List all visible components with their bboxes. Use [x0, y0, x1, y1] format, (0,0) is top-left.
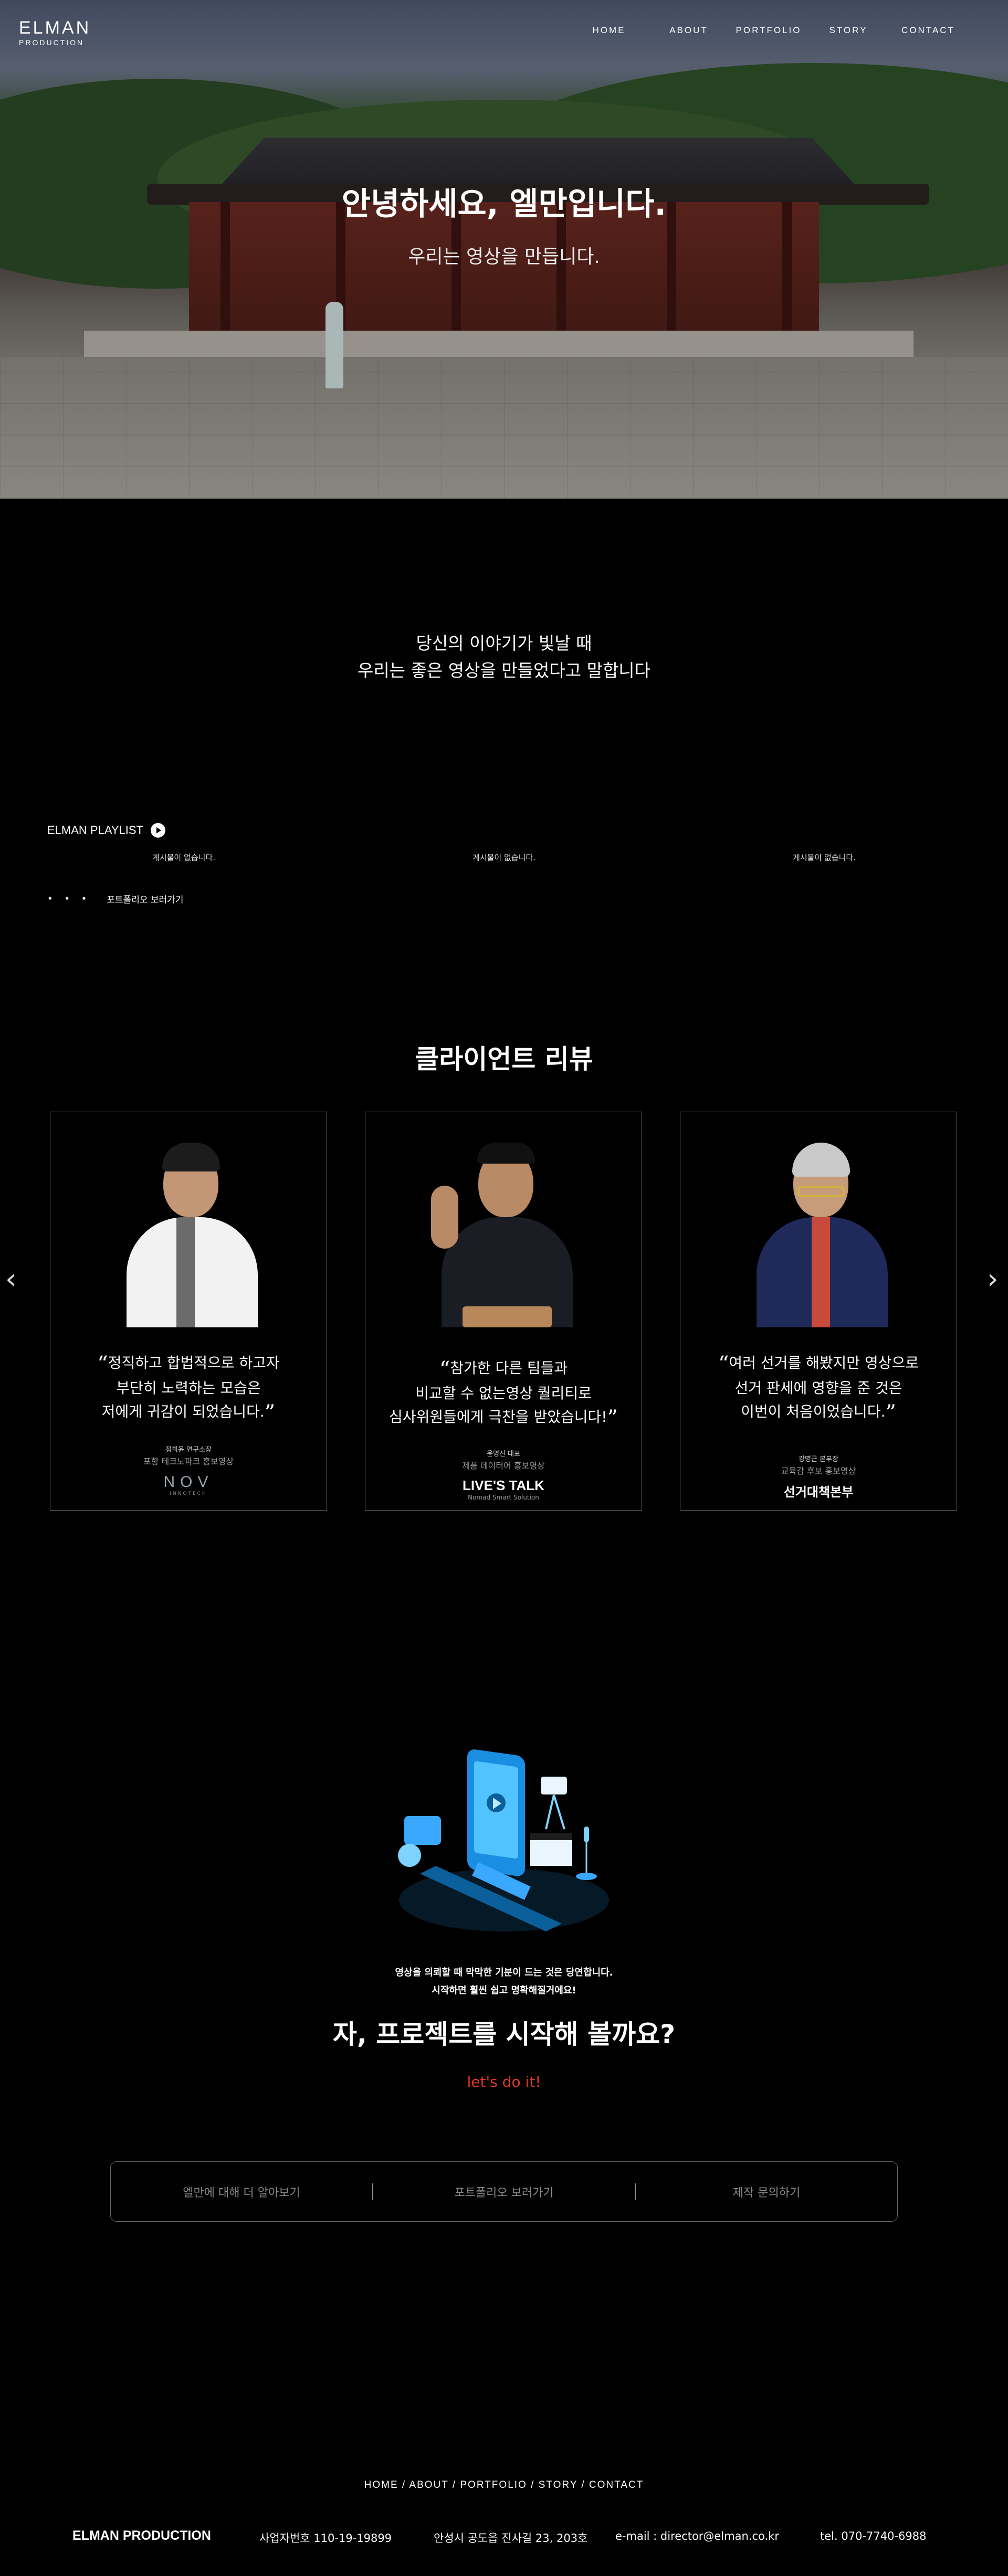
chevron-left-icon[interactable]: ‹ [5, 1262, 17, 1295]
video-production-illustration [398, 1749, 609, 1931]
playlist-empty-message: 게시물이 없습니다. [152, 853, 215, 862]
review-quote: “참가한 다른 팀들과 비교할 수 없는영상 퀄리티로 심사위원들에게 극찬을 … [365, 1356, 642, 1430]
client-body [757, 1217, 888, 1327]
playlist-empty-message: 게시물이 없습니다. [472, 853, 536, 862]
client-hair [162, 1143, 220, 1171]
client-brand-logo: NOV INNOTECH [50, 1473, 327, 1496]
play-icon[interactable] [151, 823, 165, 838]
client-body [127, 1217, 258, 1327]
footer-nav[interactable]: HOME / ABOUT / PORTFOLIO / STORY / CONTA… [0, 2479, 1008, 2491]
hero-title: 안녕하세요, 엘만입니다. [341, 186, 667, 223]
client-role: 윤영진 대표 [487, 1450, 520, 1458]
main-nav: HOME ABOUT PORTFOLIO STORY CONTACT [569, 25, 968, 36]
playlist-empty-message: 게시물이 없습니다. [793, 853, 856, 862]
quote-open-icon: “ [97, 1352, 108, 1376]
quote-line: 부단히 노력하는 모습은 [116, 1379, 261, 1397]
quote-close-icon: ” [885, 1401, 896, 1425]
brand-sub: INNOTECH [170, 1491, 207, 1496]
quote-line: 비교할 수 없는영상 퀄리티로 [415, 1385, 592, 1402]
cta-note-line1: 영상을 의뢰할 때 막막한 기분이 드는 것은 당연합니다. [395, 1967, 613, 1978]
site-logo[interactable]: ELMAN PRODUCTION [19, 19, 91, 46]
review-card: “정직하고 합법적으로 하고자 부단히 노력하는 모습은 저에게 귀감이 되었습… [50, 1112, 327, 1511]
review-card: “여러 선거를 해봤지만 영상으로 선거 판세에 영향을 준 것은 이번이 처음… [680, 1112, 957, 1511]
portfolio-view-link[interactable]: 포트폴리오 보러가기 [373, 2183, 635, 2200]
quote-line: 정직하고 합법적으로 하고자 [108, 1354, 280, 1371]
nav-story[interactable]: STORY [808, 25, 888, 36]
nav-about[interactable]: ABOUT [649, 25, 729, 36]
client-raised-arm [431, 1186, 458, 1249]
cta-go-link[interactable]: let's do it! [0, 2073, 1008, 2091]
quote-line: 이번이 처음이었습니다. [741, 1403, 886, 1420]
quote-line: 선거 판세에 영향을 준 것은 [734, 1379, 902, 1397]
quote-line: 저에게 귀감이 되었습니다. [101, 1403, 265, 1420]
logo-line1: ELMAN [19, 18, 91, 38]
reviews-title: 클라이언트 리뷰 [415, 1044, 593, 1074]
nav-home[interactable]: HOME [569, 25, 649, 36]
client-photo [106, 1128, 274, 1327]
cta-option-bar: 엘만에 대해 더 알아보기 포트폴리오 보러가기 제작 문의하기 [110, 2161, 898, 2222]
quote-close-icon: ” [264, 1401, 276, 1425]
brand-name: NOV [163, 1473, 214, 1491]
quote-line: 참가한 다른 팀들과 [450, 1359, 568, 1377]
dots-icon: • • • [47, 893, 91, 904]
brand-name: 선거대책본부 [783, 1485, 854, 1500]
footer-address: 안성시 공도읍 진사길 23, 203호 [434, 2532, 588, 2545]
quote-open-icon: “ [718, 1352, 729, 1376]
client-project: 제품 데이터어 홍보영상 [462, 1461, 545, 1471]
nav-portfolio[interactable]: PORTFOLIO [729, 25, 808, 36]
about-more-link[interactable]: 엘만에 대해 더 알아보기 [111, 2183, 372, 2200]
production-inquiry-link[interactable]: 제작 문의하기 [636, 2183, 897, 2200]
brand-name: LIVE'S TALK [463, 1477, 544, 1493]
playlist-label: ELMAN PLAYLIST [47, 824, 143, 837]
quote-line: 여러 선거를 해봤지만 영상으로 [729, 1354, 919, 1371]
chevron-right-icon[interactable]: › [987, 1262, 999, 1295]
footer-info: ELMAN PRODUCTION 사업자번호 110-19-19899 안성시 … [0, 2528, 1008, 2551]
hero-section: ELMAN PRODUCTION HOME ABOUT PORTFOLIO ST… [0, 0, 1008, 499]
tagline-line2: 우리는 좋은 영상을 만들었다고 말합니다 [357, 660, 651, 681]
client-table [463, 1306, 552, 1327]
footer-business-number: 사업자번호 110-19-19899 [259, 2532, 392, 2545]
review-quote: “정직하고 합법적으로 하고자 부단히 노력하는 모습은 저에게 귀감이 되었습… [50, 1351, 327, 1425]
cta-note: 영상을 의뢰할 때 막막한 기분이 드는 것은 당연합니다. 시작하면 훨씬 쉽… [0, 1964, 1008, 2000]
review-quote: “여러 선거를 해봤지만 영상으로 선거 판세에 영향을 준 것은 이번이 처음… [680, 1351, 957, 1425]
portfolio-link[interactable]: • • • 포트폴리오 보러가기 [47, 892, 183, 905]
client-brand-logo: 선거대책본부 [680, 1482, 957, 1500]
footer-brand: ELMAN PRODUCTION [72, 2528, 211, 2543]
nav-contact[interactable]: CONTACT [888, 25, 968, 36]
client-photo [736, 1128, 904, 1327]
cta-note-line2: 시작하면 훨씬 쉽고 명확해질거에요! [432, 1985, 576, 1996]
portfolio-link-label: 포트폴리오 보러가기 [107, 895, 184, 905]
client-project: 교육감 후보 홍보영상 [781, 1466, 856, 1476]
client-photo [421, 1128, 589, 1327]
client-hair [792, 1143, 850, 1177]
tagline: 당신의 이야기가 빛날 때 우리는 좋은 영상을 만들었다고 말합니다 [0, 630, 1008, 684]
client-role: 정희윤 연구소장 [165, 1446, 212, 1454]
tagline-line1: 당신의 이야기가 빛날 때 [416, 633, 592, 653]
playlist-heading[interactable]: ELMAN PLAYLIST [47, 823, 165, 838]
glasses-icon [797, 1186, 845, 1197]
footer-email[interactable]: e-mail : director@elman.co.kr [615, 2530, 779, 2542]
quote-line: 심사위원들에게 극찬을 받았습니다! [389, 1408, 607, 1426]
quote-open-icon: “ [439, 1357, 450, 1381]
client-hair [477, 1143, 535, 1164]
client-brand-logo: LIVE'S TALK Nomad Smart Solution [365, 1477, 642, 1501]
client-role: 강명근 본부장 [799, 1455, 838, 1463]
logo-line2: PRODUCTION [19, 38, 85, 47]
footer-tel[interactable]: tel. 070-7740-6988 [820, 2530, 926, 2542]
cta-title: 자, 프로젝트를 시작해 볼까요? [332, 2019, 676, 2050]
quote-close-icon: ” [607, 1406, 618, 1430]
review-card: “참가한 다른 팀들과 비교할 수 없는영상 퀄리티로 심사위원들에게 극찬을 … [365, 1112, 642, 1511]
client-project: 포항 테크노파크 홍보영상 [143, 1456, 234, 1466]
brand-sub: Nomad Smart Solution [468, 1494, 539, 1501]
hero-subtitle: 우리는 영상을 만듭니다. [408, 246, 600, 268]
